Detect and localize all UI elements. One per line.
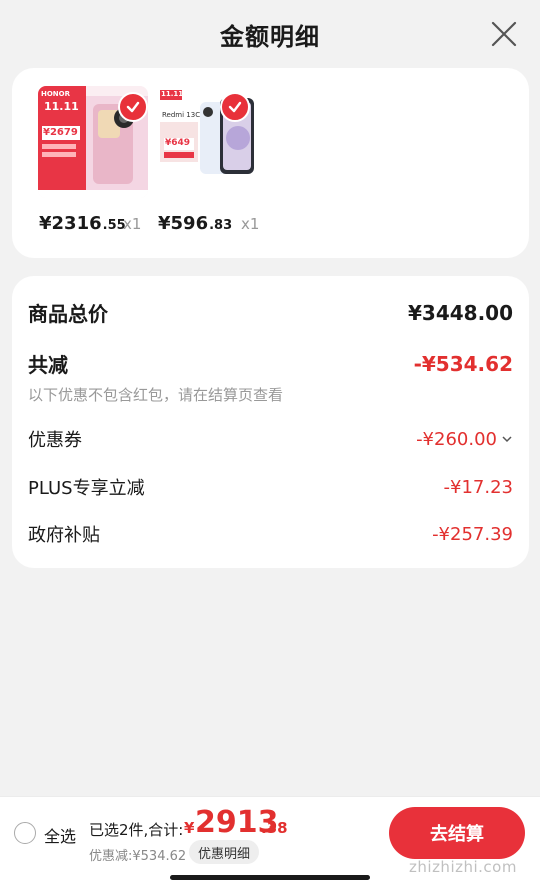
product-quantity: x1 (123, 215, 142, 233)
total-price-row: 商品总价 ¥3448.00 (28, 298, 513, 327)
promo-label: 11.11 (161, 90, 184, 98)
total-reduction-label: 共减 (28, 353, 68, 377)
selected-count-label: 已选2件,合计: (89, 821, 184, 839)
selected-check-icon[interactable] (220, 92, 250, 122)
home-indicator (170, 875, 370, 880)
select-all-radio[interactable] (14, 822, 36, 844)
price-integer: ¥596 (158, 213, 209, 234)
select-all-label[interactable]: 全选 (44, 823, 76, 847)
plus-discount-row: PLUS专享立减 -¥17.23 (28, 474, 513, 500)
plus-discount-label: PLUS专享立减 (28, 478, 145, 499)
subsidy-label: 政府补贴 (28, 525, 100, 546)
brand-label: HONOR (41, 90, 71, 98)
coupon-label: 优惠券 (28, 430, 82, 451)
page-title: 金额明细 (220, 22, 320, 51)
checkout-button[interactable]: 去结算 (389, 807, 525, 859)
total-currency: ¥ (184, 819, 195, 837)
price-integer: ¥2316 (39, 213, 102, 234)
discount-note: 以下优惠不包含红包，请在结算页查看 (28, 386, 284, 404)
promo-label: 11.11 (44, 100, 79, 113)
coupon-value-wrap[interactable]: -¥260.00 (416, 429, 513, 450)
product-price: ¥596 .83 (158, 213, 232, 234)
coupon-value: -¥260.00 (416, 428, 497, 450)
selected-check-icon[interactable] (118, 92, 148, 122)
total-price-label: 商品总价 (28, 302, 108, 326)
chevron-down-icon[interactable] (501, 429, 513, 450)
product-price: ¥2316 .55 (39, 213, 126, 234)
product-quantity: x1 (241, 215, 260, 233)
total-amount-decimal: .38 (261, 819, 288, 837)
promo-price: ¥2679 (43, 127, 78, 138)
close-icon[interactable] (488, 18, 520, 50)
header: 金额明细 (0, 0, 540, 68)
total-reduction-value: -¥534.62 (413, 351, 513, 376)
summary-card: 商品总价 ¥3448.00 共减 -¥534.62 以下优惠不包含红包，请在结算… (12, 276, 529, 568)
product-item[interactable]: HONOR 11.11 ¥2679 (38, 86, 148, 198)
product-item[interactable]: Redmi 13C 11.11 ¥649 (156, 86, 266, 198)
discount-detail-button[interactable]: 优惠明细 (189, 840, 260, 864)
coupon-row[interactable]: 优惠券 -¥260.00 (28, 426, 513, 452)
subsidy-row: 政府补贴 -¥257.39 (28, 521, 513, 547)
products-card: HONOR 11.11 ¥2679 ¥2316 .55 x1 Redmi 13C… (12, 68, 529, 258)
subsidy-value: -¥257.39 (432, 523, 513, 545)
price-decimal: .83 (209, 218, 233, 233)
promo-price: ¥649 (165, 138, 191, 148)
plus-discount-value: -¥17.23 (443, 476, 513, 498)
brand-label: Redmi 13C (162, 111, 201, 119)
saved-amount: 优惠减:¥534.62 (89, 849, 187, 864)
total-reduction-row: 共减 -¥534.62 (28, 349, 513, 378)
total-price-value: ¥3448.00 (407, 300, 513, 325)
